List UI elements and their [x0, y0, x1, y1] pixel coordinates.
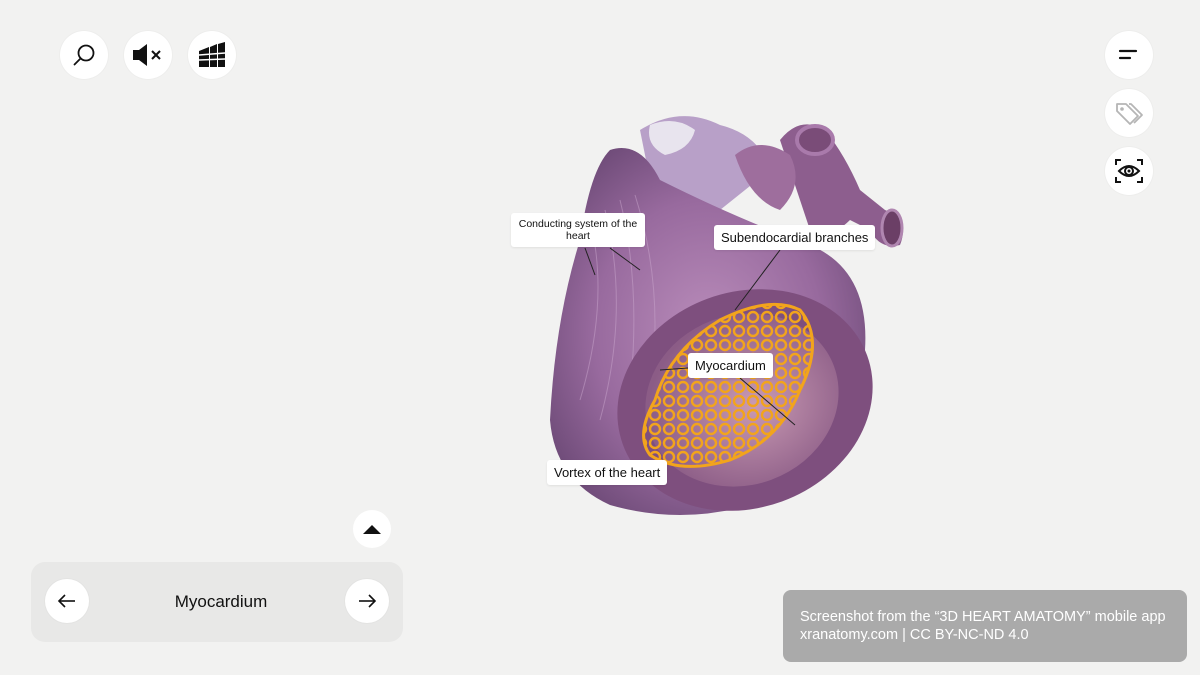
eye-focus-icon — [1115, 159, 1143, 183]
structure-navigation-panel: Myocardium — [31, 562, 403, 642]
label-vortex-of-heart[interactable]: Vortex of the heart — [547, 460, 668, 485]
mute-button[interactable] — [124, 31, 172, 79]
menu-button[interactable] — [1105, 31, 1153, 79]
label-subendocardial-branches[interactable]: Subendocardial branches — [714, 225, 876, 250]
previous-structure-button[interactable] — [45, 579, 89, 623]
credit-line-2: xranatomy.com | CC BY-NC-ND 4.0 — [800, 627, 1029, 643]
menu-icon — [1118, 49, 1138, 60]
next-structure-button[interactable] — [345, 579, 389, 623]
search-button[interactable] — [60, 31, 108, 79]
layers-icon — [198, 42, 226, 67]
credit-line-1: Screenshot from the “3D HEART AMATOMY” m… — [800, 609, 1166, 625]
vessel-opening — [880, 208, 904, 248]
arrow-left-icon — [57, 594, 75, 608]
tags-button[interactable] — [1105, 89, 1153, 137]
layers-button[interactable] — [188, 31, 236, 79]
arrow-right-icon — [359, 594, 377, 608]
focus-view-button[interactable] — [1105, 147, 1153, 195]
triangle-up-icon — [363, 525, 381, 534]
label-myocardium[interactable]: Myocardium — [688, 353, 773, 378]
label-conducting-system[interactable]: Conducting system of the heart — [511, 213, 645, 247]
search-icon — [73, 44, 95, 66]
tag-icon — [1116, 103, 1143, 125]
current-structure-title: Myocardium — [174, 592, 268, 611]
expand-panel-button[interactable] — [353, 510, 391, 548]
speaker-muted-icon — [133, 44, 161, 66]
pulmonary-vessel — [795, 124, 835, 156]
credit-overlay: Screenshot from the “3D HEART AMATOMY” m… — [783, 590, 1187, 662]
